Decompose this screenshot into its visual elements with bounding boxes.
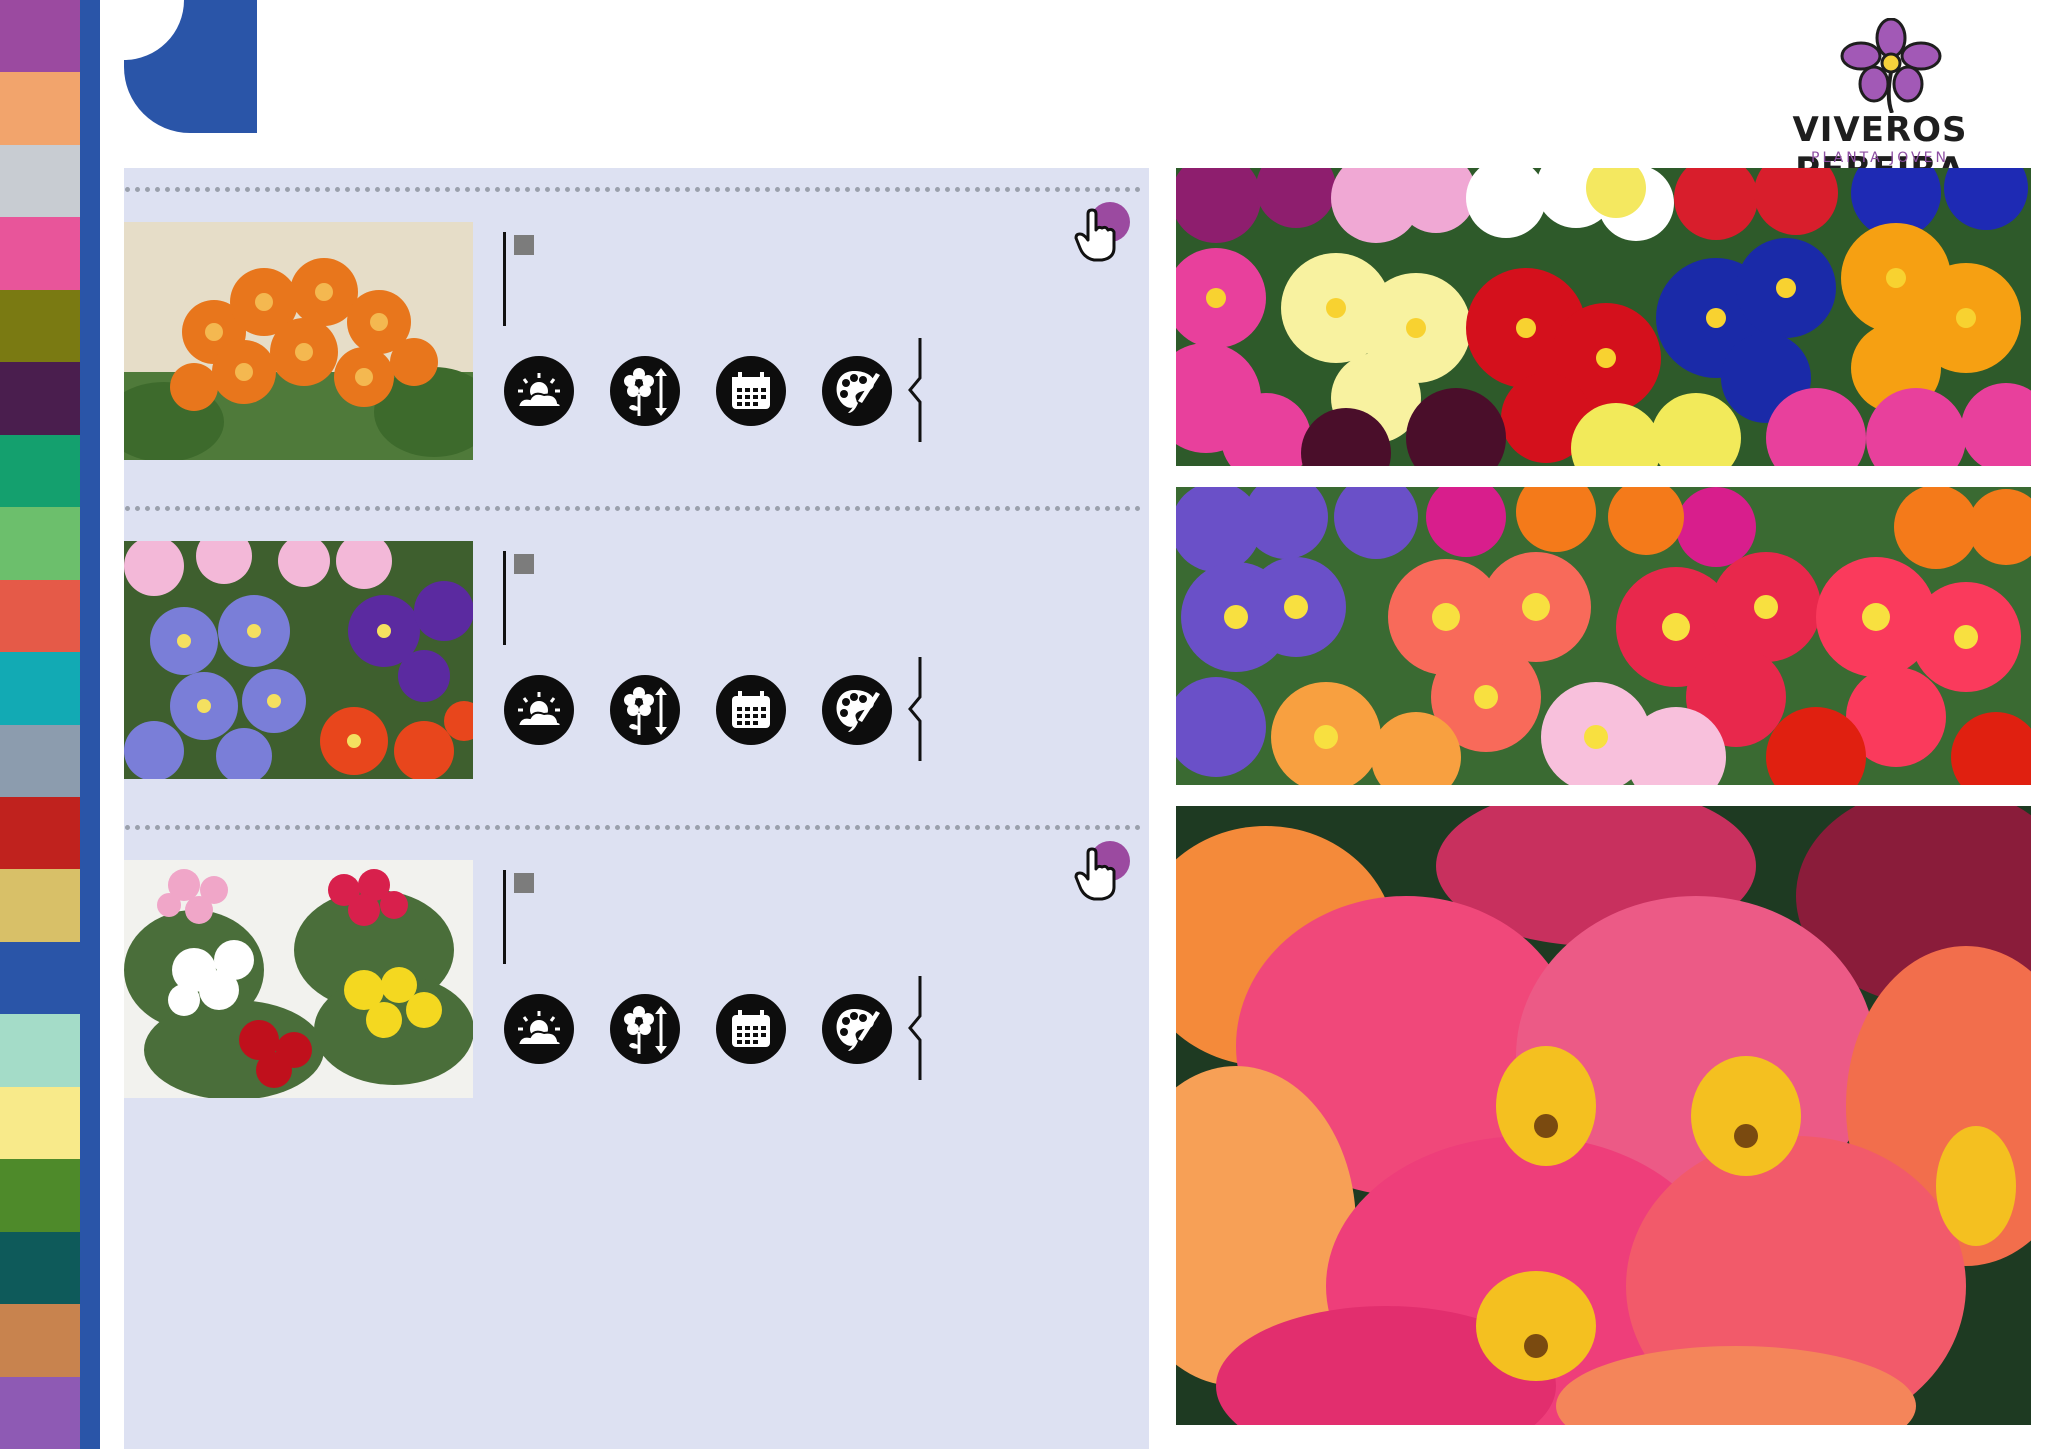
product-thumbnail — [124, 860, 473, 1098]
color-swatch — [0, 869, 80, 943]
brand-logo: VIVEROS PEREIRA PLANTA JOVEN — [1740, 18, 2020, 190]
product-thumbnail — [124, 541, 473, 779]
color-swatch — [0, 579, 80, 653]
color-swatch — [0, 1231, 80, 1305]
color-swatch — [0, 1304, 80, 1378]
tap-link-icon[interactable] — [1070, 839, 1130, 903]
color-swatch — [0, 507, 80, 581]
primrose-picotee-photo — [1176, 487, 2031, 785]
brand-tagline: PLANTA JOVEN — [1811, 150, 1949, 166]
calendar-icon — [716, 675, 786, 745]
color-swatch — [0, 1086, 80, 1160]
title-marker-square — [514, 873, 534, 893]
color-swatch — [0, 1014, 80, 1088]
palette-icon — [822, 994, 892, 1064]
calendar-icon — [716, 994, 786, 1064]
product-divider — [125, 825, 1141, 830]
product-divider — [125, 506, 1141, 511]
flower-logo-icon — [1840, 18, 1942, 113]
palette-icon — [822, 356, 892, 426]
title-marker-bar — [503, 551, 506, 645]
tap-link-icon[interactable] — [1070, 200, 1130, 264]
sun-cloud-icon — [504, 994, 574, 1064]
color-swatch — [0, 724, 80, 798]
title-marker-square — [514, 554, 534, 574]
color-swatch — [0, 0, 80, 73]
color-swatch — [0, 941, 80, 1015]
color-swatch — [0, 217, 80, 291]
spec-bracket — [908, 338, 922, 442]
color-swatch — [0, 434, 80, 508]
sun-cloud-icon — [504, 675, 574, 745]
spec-bracket — [908, 976, 922, 1080]
primrose-mix-photo — [1176, 168, 2031, 466]
primrose-closeup-photo — [1176, 806, 2031, 1425]
color-swatch-strip — [0, 0, 80, 1449]
color-swatch — [0, 72, 80, 146]
product-divider — [125, 187, 1141, 192]
title-marker-bar — [503, 232, 506, 326]
sun-cloud-icon — [504, 356, 574, 426]
spec-bracket — [908, 657, 922, 761]
blue-side-rail — [80, 0, 100, 1449]
color-swatch — [0, 289, 80, 363]
title-marker-square — [514, 235, 534, 255]
product-thumbnail — [124, 222, 473, 460]
flower-height-icon — [610, 994, 680, 1064]
color-swatch — [0, 1376, 80, 1449]
flower-height-icon — [610, 675, 680, 745]
flower-height-icon — [610, 356, 680, 426]
color-swatch — [0, 144, 80, 218]
calendar-icon — [716, 356, 786, 426]
color-swatch — [0, 362, 80, 436]
color-swatch — [0, 1159, 80, 1233]
title-marker-bar — [503, 870, 506, 964]
color-swatch — [0, 796, 80, 870]
color-swatch — [0, 652, 80, 725]
palette-icon — [822, 675, 892, 745]
